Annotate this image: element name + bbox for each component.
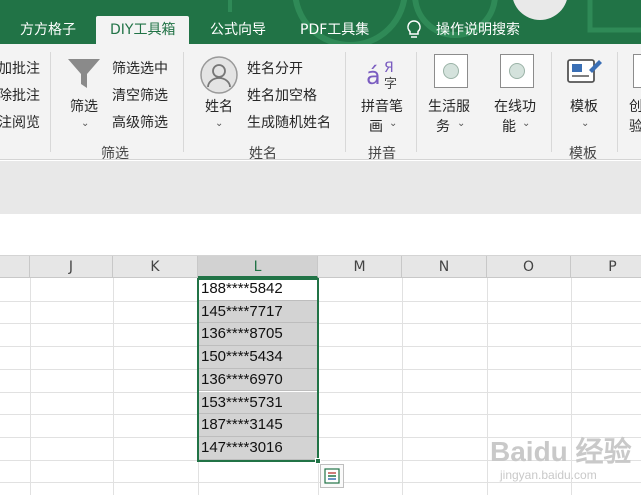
column-header-k[interactable]: K <box>113 256 198 278</box>
chevron-down-icon: ⌄ <box>581 118 590 129</box>
pinyin-label-1: 拼音笔 <box>361 99 403 115</box>
pinyin-icon: á Я 字 <box>366 60 397 92</box>
ribbon-panel: 加批注 除批注 注阅览 筛选 ⌄ 筛选选中 清空筛选 高级筛选 筛选 姓名 ⌄ … <box>0 44 641 160</box>
column-header-p[interactable]: P <box>571 256 641 278</box>
life-services-label-2: 务 <box>436 119 450 135</box>
cell-l8[interactable]: 147****3016 <box>198 436 318 460</box>
group-separator <box>551 52 552 152</box>
chevron-down-icon: ⌄ <box>81 118 90 129</box>
chevron-down-icon: ⌄ <box>215 118 224 129</box>
gridline <box>402 278 403 495</box>
filter-big-label: 筛选 <box>70 99 98 115</box>
group-label-filter: 筛选 <box>101 146 129 160</box>
gridline <box>0 300 641 302</box>
clear-filter-button[interactable]: 清空筛选 <box>112 85 168 105</box>
online-functions-label-2: 能 <box>502 119 516 135</box>
toolbar-band <box>0 161 641 214</box>
column-header-o[interactable]: O <box>487 256 571 278</box>
tell-me-search[interactable]: 操作说明搜索 <box>436 16 520 44</box>
group-separator <box>617 52 618 152</box>
person-icon <box>200 56 238 94</box>
svg-text:Я: Я <box>384 60 394 76</box>
column-header-m[interactable]: M <box>318 256 402 278</box>
gridline <box>0 414 641 416</box>
gridline <box>0 323 641 325</box>
lightbulb-icon <box>407 20 421 38</box>
svg-text:字: 字 <box>384 77 397 92</box>
online-functions-icon <box>500 54 534 88</box>
quick-analysis-button[interactable] <box>320 464 344 488</box>
gridline <box>0 346 641 348</box>
group-separator <box>50 52 51 152</box>
cell-l6[interactable]: 153****5731 <box>198 391 318 415</box>
gridline <box>0 391 641 393</box>
group-label-pinyin: 拼音 <box>368 146 396 160</box>
split-name-button[interactable]: 姓名分开 <box>247 58 303 78</box>
funnel-icon <box>68 59 100 88</box>
cell-l3[interactable]: 136****8705 <box>198 323 318 347</box>
life-services-icon <box>434 54 468 88</box>
life-services-label-1: 生活服 <box>428 99 470 115</box>
tab-diy-toolbox[interactable]: DIY工具箱 <box>96 16 190 44</box>
group-label-name: 姓名 <box>249 146 277 160</box>
gridline <box>30 278 31 495</box>
tab-formula-wizard[interactable]: 公式向导 <box>210 16 266 44</box>
group-separator <box>416 52 417 152</box>
column-header-l[interactable]: L <box>198 256 318 278</box>
online-functions-label-1: 在线功 <box>494 99 536 115</box>
delete-comment-button[interactable]: 除批注 <box>0 85 40 105</box>
review-comment-button[interactable]: 注阅览 <box>0 112 40 132</box>
random-name-button[interactable]: 生成随机姓名 <box>247 112 331 132</box>
cell-l5[interactable]: 136****6970 <box>198 368 318 392</box>
cell-l4[interactable]: 150****5434 <box>198 346 318 369</box>
add-comment-button[interactable]: 加批注 <box>0 58 40 78</box>
gridline <box>487 278 488 495</box>
group-label-template: 模板 <box>569 146 597 160</box>
baidu-watermark: Baidu 经验 <box>490 436 632 467</box>
name-add-space-button[interactable]: 姓名加空格 <box>247 85 317 105</box>
tab-fangfang[interactable]: 方方格子 <box>20 16 76 44</box>
chevron-down-icon: ⌄ <box>389 118 398 129</box>
gridline <box>0 368 641 370</box>
cut-off-icon <box>633 54 641 88</box>
cut-off-label-1: 创 <box>629 96 641 116</box>
filter-selected-button[interactable]: 筛选选中 <box>112 58 168 78</box>
cell-l7[interactable]: 187****3145 <box>198 414 318 437</box>
column-header-j[interactable]: J <box>30 256 113 278</box>
group-separator <box>183 52 184 152</box>
cell-l2[interactable]: 145****7717 <box>198 300 318 324</box>
column-header-n[interactable]: N <box>402 256 487 278</box>
cut-off-label-2: 验 <box>629 116 641 136</box>
ribbon-tab-bar: 方方格子 DIY工具箱 公式向导 PDF工具集 操作说明搜索 <box>0 0 641 44</box>
quick-analysis-icon <box>324 468 340 484</box>
gridline <box>113 278 114 495</box>
pinyin-label-2: 画 <box>369 119 383 135</box>
column-header-partial[interactable] <box>0 256 30 278</box>
name-big-label: 姓名 <box>205 99 233 115</box>
column-header-row: J K L M N O P <box>0 256 641 278</box>
formula-bar[interactable] <box>0 214 641 256</box>
svg-text:á: á <box>366 62 381 90</box>
template-icon <box>567 59 602 83</box>
chevron-down-icon: ⌄ <box>522 118 531 129</box>
advanced-filter-button[interactable]: 高级筛选 <box>112 112 168 132</box>
group-separator <box>345 52 346 152</box>
baidu-watermark-url: jingyan.baidu.com <box>500 468 597 482</box>
chevron-down-icon: ⌄ <box>457 118 466 129</box>
tab-pdf-tools[interactable]: PDF工具集 <box>300 16 369 44</box>
cell-l1[interactable]: 188****5842 <box>198 278 318 301</box>
template-big-label: 模板 <box>570 99 598 115</box>
